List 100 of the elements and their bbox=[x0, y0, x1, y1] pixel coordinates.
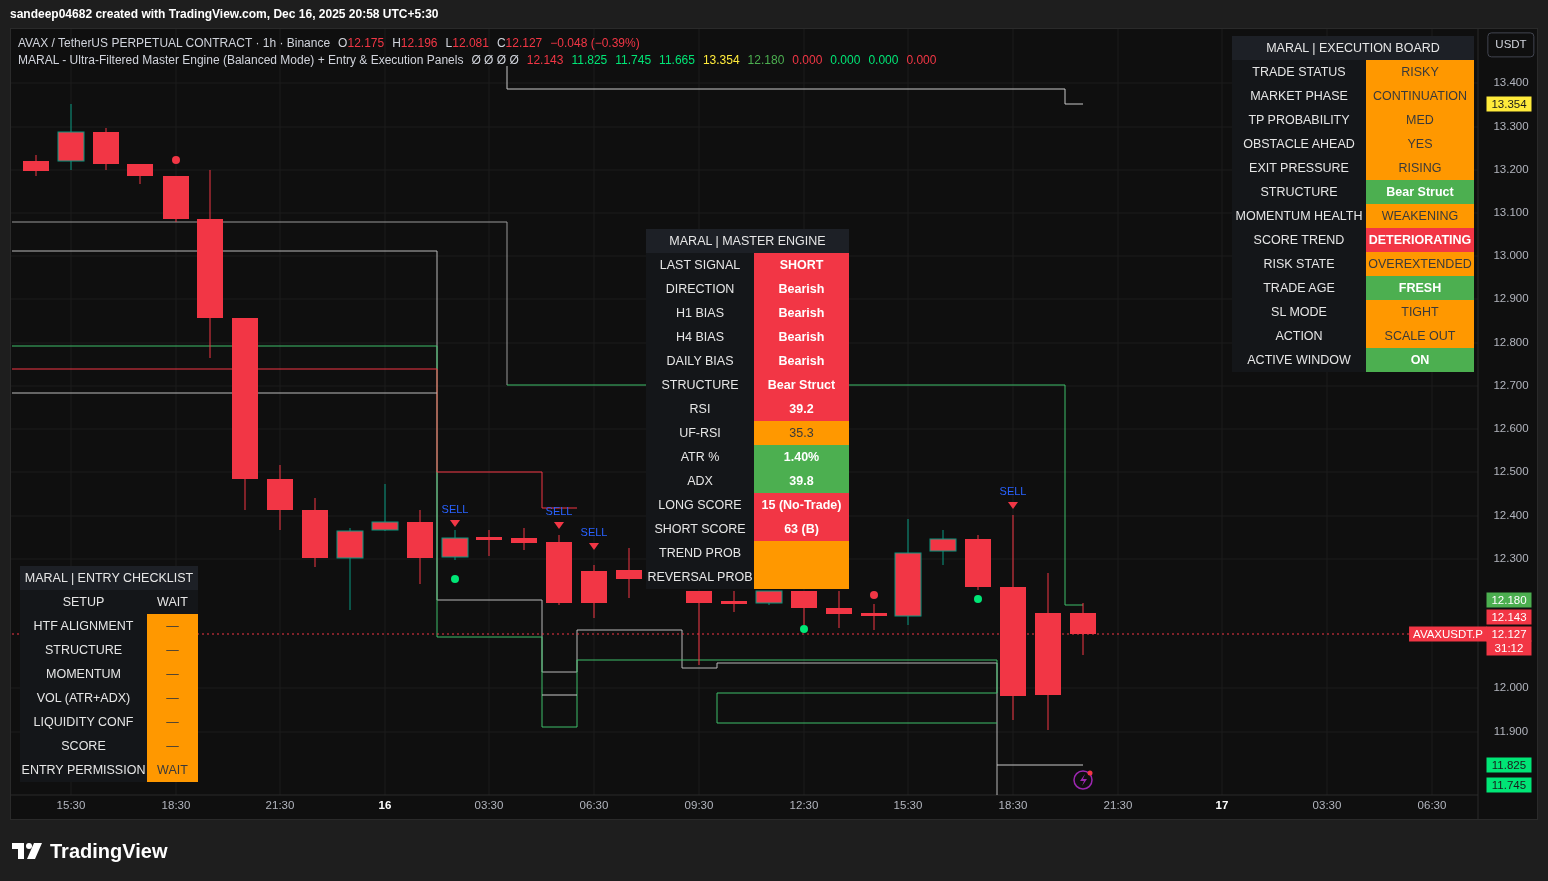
signal-dot bbox=[451, 575, 459, 583]
time-label: 15:30 bbox=[893, 798, 923, 814]
lightning-icon[interactable] bbox=[1073, 770, 1093, 790]
price-badge: 11.825 bbox=[1486, 757, 1532, 773]
row-label: RISK STATE bbox=[1232, 252, 1366, 276]
candle bbox=[127, 163, 153, 185]
row-label: TRADE STATUS bbox=[1232, 60, 1366, 84]
price-badge: 12.127 bbox=[1486, 626, 1532, 642]
price-label: 12.900 bbox=[1493, 291, 1529, 307]
row-label: LIQUIDITY CONF bbox=[20, 710, 147, 734]
candle bbox=[929, 529, 957, 566]
signal-dot bbox=[800, 625, 808, 633]
row-label: SCORE TREND bbox=[1232, 228, 1366, 252]
symbol-badge: AVAXUSDT.P bbox=[1409, 626, 1487, 642]
status-value: Bear Struct bbox=[754, 373, 849, 397]
status-value: 35.3 bbox=[754, 421, 849, 445]
candle bbox=[581, 564, 607, 619]
chart-caption: sandeep04682 created with TradingView.com, Dec 16, 2025 20:58 UTC+5:30 bbox=[10, 6, 439, 23]
time-label: 18:30 bbox=[998, 798, 1028, 814]
status-value: Bearish bbox=[754, 277, 849, 301]
row-label: SL MODE bbox=[1232, 300, 1366, 324]
indicator-value: 12.143 bbox=[526, 52, 564, 69]
row-label: H1 BIAS bbox=[646, 301, 754, 325]
candle bbox=[826, 590, 852, 629]
row-label: TREND PROB bbox=[646, 541, 754, 565]
status-value: 39.8 bbox=[754, 469, 849, 493]
brand-name: TradingView bbox=[50, 838, 168, 864]
price-label: 12.800 bbox=[1493, 335, 1529, 351]
signal-dot bbox=[172, 156, 180, 164]
row-label: ADX bbox=[646, 469, 754, 493]
row-label: STRUCTURE bbox=[20, 638, 147, 662]
row-label: VOL (ATR+ADX) bbox=[20, 686, 147, 710]
status-value: — bbox=[147, 686, 198, 710]
row-label: HTF ALIGNMENT bbox=[20, 614, 147, 638]
price-badge: 13.354 bbox=[1486, 96, 1532, 112]
candle bbox=[755, 590, 783, 606]
price-badge: 12.143 bbox=[1486, 609, 1532, 625]
time-label: 06:30 bbox=[579, 798, 609, 814]
tradingview-logo-icon bbox=[12, 842, 42, 859]
signal-label: SELL bbox=[441, 501, 469, 517]
down-triangle-icon bbox=[589, 543, 599, 550]
candle bbox=[57, 103, 85, 171]
candle bbox=[511, 527, 537, 551]
candle bbox=[267, 464, 293, 531]
candle bbox=[371, 483, 399, 532]
row-label: ENTRY PERMISSION bbox=[20, 758, 147, 782]
row-label: TP PROBABILITY bbox=[1232, 108, 1366, 132]
indicator-name: MARAL - Ultra-Filtered Master Engine (Balanced Mode) + Entry & Execution Panels bbox=[18, 52, 464, 69]
indicator-value: 11.665 bbox=[659, 52, 695, 69]
status-value: YES bbox=[1366, 132, 1474, 156]
status-value: Bearish bbox=[754, 301, 849, 325]
table-title: MARAL | MASTER ENGINE bbox=[646, 229, 849, 253]
candle bbox=[616, 547, 642, 599]
row-label: EXIT PRESSURE bbox=[1232, 156, 1366, 180]
price-change: −0.048 (−0.39%) bbox=[550, 35, 640, 52]
candle bbox=[861, 603, 887, 631]
status-value: 15 (No-Trade) bbox=[754, 493, 849, 517]
time-label: 06:30 bbox=[1417, 798, 1447, 814]
candle bbox=[1070, 602, 1096, 656]
time-label: 16 bbox=[378, 798, 392, 814]
row-label: STRUCTURE bbox=[646, 373, 754, 397]
status-value: — bbox=[147, 710, 198, 734]
row-label: LONG SCORE bbox=[646, 493, 754, 517]
time-label: 09:30 bbox=[684, 798, 714, 814]
status-value: RISKY bbox=[1366, 60, 1474, 84]
row-label: OBSTACLE AHEAD bbox=[1232, 132, 1366, 156]
time-label: 18:30 bbox=[161, 798, 191, 814]
status-value: — bbox=[147, 734, 198, 758]
indicator-value: 11.745 bbox=[615, 52, 652, 69]
row-label: TRADE AGE bbox=[1232, 276, 1366, 300]
status-value: FRESH bbox=[1366, 276, 1474, 300]
row-label: LAST SIGNAL bbox=[646, 253, 754, 277]
status-value: 1.40% bbox=[754, 445, 849, 469]
indicator-value: 11.825 bbox=[571, 52, 608, 69]
symbol-title: AVAX / TetherUS PERPETUAL CONTRACT · 1h · Binance bbox=[18, 35, 331, 52]
indicator-value: 12.180 bbox=[747, 52, 785, 69]
status-value: — bbox=[147, 614, 198, 638]
signal-dot bbox=[974, 595, 982, 603]
price-label: 12.600 bbox=[1493, 421, 1529, 437]
candle bbox=[965, 534, 991, 591]
indicator-placeholders: Ø Ø Ø Ø bbox=[471, 52, 519, 69]
time-label: 03:30 bbox=[474, 798, 504, 814]
candle bbox=[93, 127, 119, 171]
status-value: ON bbox=[1366, 348, 1474, 372]
status-value: Bearish bbox=[754, 325, 849, 349]
price-label: 13.100 bbox=[1493, 205, 1529, 221]
candle bbox=[441, 529, 469, 561]
price-label: 12.300 bbox=[1493, 551, 1529, 567]
time-label: 03:30 bbox=[1312, 798, 1342, 814]
candle bbox=[721, 590, 747, 613]
signal-label: SELL bbox=[999, 483, 1027, 499]
status-value: OVEREXTENDED bbox=[1366, 252, 1474, 276]
status-value: Bearish bbox=[754, 349, 849, 373]
status-value: 39.2 bbox=[754, 397, 849, 421]
price-label: 12.700 bbox=[1493, 378, 1529, 394]
indicator-value: 0.000 bbox=[830, 52, 861, 69]
ohlc-value: H12.196 bbox=[392, 35, 438, 52]
currency-button[interactable]: USDT bbox=[1487, 32, 1535, 58]
table-title: MARAL | EXECUTION BOARD bbox=[1232, 36, 1474, 60]
status-value: DETERIORATING bbox=[1366, 228, 1474, 252]
